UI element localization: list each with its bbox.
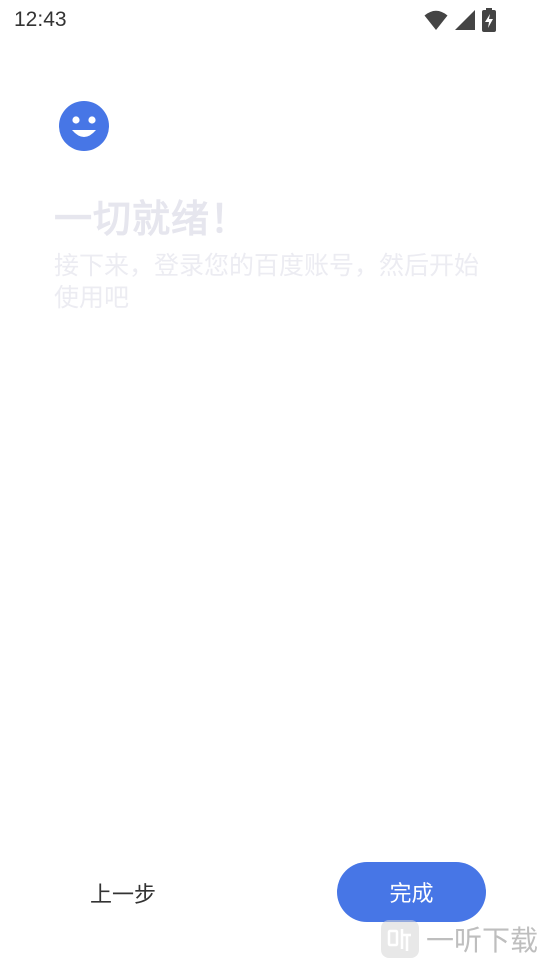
status-time: 12:43 — [14, 8, 67, 31]
status-icons — [424, 8, 496, 32]
prev-step-button[interactable]: 上一步 — [90, 877, 156, 909]
wifi-icon — [424, 10, 448, 30]
page-subtitle: 接下来，登录您的百度账号，然后开始使用吧 — [54, 251, 480, 312]
signal-icon — [455, 10, 475, 30]
battery-charging-icon — [482, 8, 496, 32]
status-bar: 12:43 — [0, 0, 540, 44]
watermark: 一听下载 — [380, 918, 540, 960]
watermark-text: 一听下载 — [426, 924, 539, 957]
page-title: 一切就绪！ — [54, 197, 250, 241]
smiley-face-icon — [59, 101, 109, 151]
ting-logo-icon — [381, 920, 419, 958]
finish-button[interactable]: 完成 — [337, 862, 486, 922]
